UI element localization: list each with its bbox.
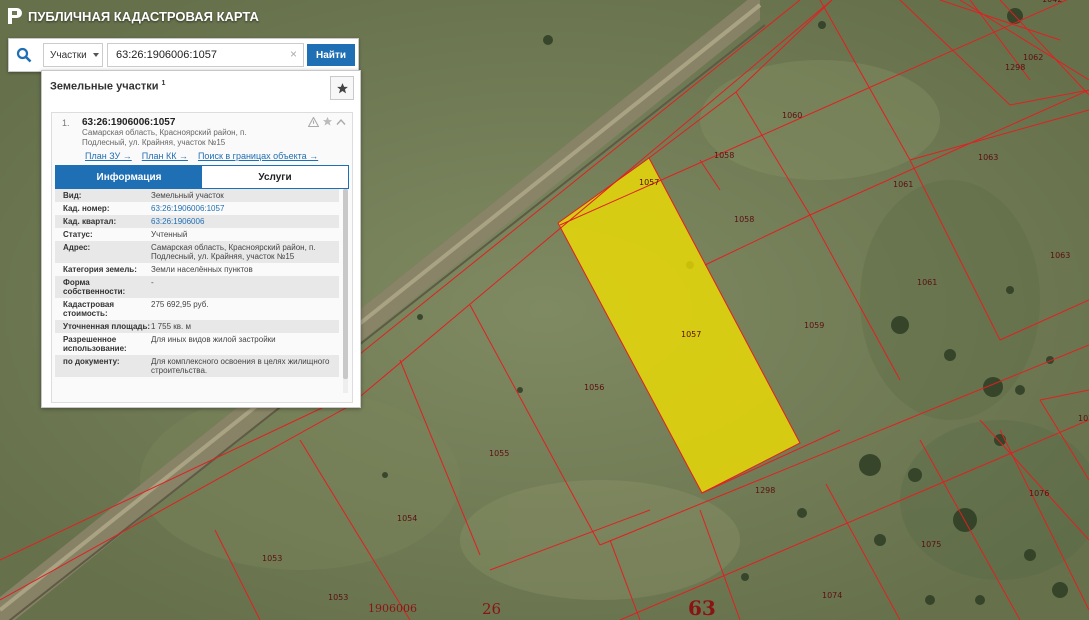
attribute-value: Самарская область, Красноярский район, п…: [151, 243, 316, 261]
search-bar: Участки 63:26:1906006:1057 × Найти: [8, 38, 359, 72]
attribute-value: 275 692,95 руб.: [151, 300, 209, 309]
app-header: ПУБЛИЧНАЯ КАДАСТРОВАЯ КАРТА: [8, 8, 259, 24]
search-input-value: 63:26:1906006:1057: [116, 49, 217, 61]
attribute-row: Статус: Учтенный: [55, 228, 339, 241]
chevron-up-icon[interactable]: [336, 118, 346, 126]
parcel-number-label: 1057: [639, 178, 659, 187]
attribute-row: Кад. квартал: 63:26:1906006: [55, 215, 339, 228]
card-actions: [308, 116, 346, 127]
attribute-value: 1 755 кв. м: [151, 322, 191, 331]
attribute-label: Статус:: [63, 230, 93, 239]
attribute-table: Вид: Земельный участок Кад. номер: 63:26:19…: [55, 189, 339, 395]
attribute-scrollbar[interactable]: [343, 189, 348, 393]
logo-icon: [8, 8, 22, 24]
parcel-number-label: 1057: [681, 330, 701, 339]
chevron-down-icon: [92, 53, 99, 57]
panel-title: Земельные участки 1: [50, 80, 165, 93]
parcel-number-label: 1056: [584, 383, 604, 392]
parcel-number-label: 1298: [755, 486, 775, 495]
attribute-value: Для комплексного освоения в целях жилищн…: [151, 357, 330, 375]
attribute-value: Учтенный: [151, 230, 188, 239]
clear-icon[interactable]: ×: [290, 47, 297, 61]
attribute-value: Земельный участок: [151, 191, 224, 200]
attribute-row: Адрес: Самарская область, Красноярский ра…: [55, 241, 339, 263]
scrollbar-thumb[interactable]: [343, 189, 348, 379]
attribute-value[interactable]: 63:26:1906006: [151, 217, 339, 226]
result-index: 1.: [62, 118, 70, 128]
parcel-number-label: 1042: [1042, 0, 1062, 4]
warning-icon[interactable]: [308, 116, 319, 127]
result-count: 1: [161, 80, 166, 87]
attribute-label: Разрешенное использование:: [63, 335, 127, 353]
parcel-number-label: 1060: [782, 111, 802, 120]
parcel-number-label: 1061: [893, 180, 913, 189]
result-card[interactable]: 1. 63:26:1906006:1057 Самарская область,…: [51, 112, 353, 403]
plan-kk-link[interactable]: План КК →: [142, 151, 188, 161]
attribute-row: Уточненная площадь: 1 755 кв. м: [55, 320, 339, 333]
parcel-number-label: 1058: [734, 215, 754, 224]
tab-services[interactable]: Услуги: [202, 166, 348, 188]
parcel-number-label: 1061: [917, 278, 937, 287]
parcel-number-label: 1074: [822, 591, 842, 600]
quarter-label: 1906006: [368, 602, 417, 615]
result-address: Самарская область, Красноярский район, п…: [82, 128, 247, 147]
search-input[interactable]: 63:26:1906006:1057 ×: [107, 43, 305, 67]
attribute-row: Категория земель: Земли населённых пункто…: [55, 263, 339, 276]
attribute-row: по документу: Для комплексного освоения в…: [55, 355, 339, 377]
attribute-label: Форма собственности:: [63, 278, 126, 296]
parcel-number-label: 1054: [397, 514, 417, 523]
search-type-select[interactable]: Участки: [43, 43, 103, 67]
attribute-label: Уточненная площадь:: [63, 322, 151, 331]
parcel-number-label: 1055: [489, 449, 509, 458]
attribute-row: Кадастровая стоимость: 275 692,95 руб.: [55, 298, 339, 320]
attribute-value: -: [151, 278, 154, 287]
plan-zu-link[interactable]: План ЗУ →: [85, 151, 132, 161]
attribute-row: Вид: Земельный участок: [55, 189, 339, 202]
attribute-label: Кад. номер:: [63, 204, 110, 213]
favorite-button[interactable]: [330, 76, 354, 100]
parcel-number-label: 1075: [921, 540, 941, 549]
attribute-label: Адрес:: [63, 243, 91, 252]
parcel-number-label: 1053: [262, 554, 282, 563]
parcel-number-label: 1062: [1023, 53, 1043, 62]
parcel-number-label: 1077: [1078, 414, 1089, 423]
attribute-row: Форма собственности: -: [55, 276, 339, 298]
district-label: 26: [482, 600, 501, 618]
parcel-number-label: 1053: [328, 593, 348, 602]
parcel-number-label: 1058: [714, 151, 734, 160]
parcel-number-label: 1298: [1005, 63, 1025, 72]
attribute-value[interactable]: 63:26:1906006:1057: [151, 204, 339, 213]
parcel-number-label: 1063: [978, 153, 998, 162]
attribute-label: Вид:: [63, 191, 82, 200]
attribute-row: Разрешенное использование: Для иных видов…: [55, 333, 339, 355]
panel-title-text: Земельные участки: [50, 80, 159, 93]
card-tabs: Информация Услуги: [55, 165, 349, 189]
attribute-label: Категория земель:: [63, 265, 137, 274]
attribute-row: Кад. номер: 63:26:1906006:1057: [55, 202, 339, 215]
attribute-label: Кадастровая стоимость:: [63, 300, 115, 318]
attribute-label: Кад. квартал:: [63, 217, 117, 226]
region-label: 63: [688, 596, 716, 620]
attribute-value: Для иных видов жилой застройки: [151, 335, 276, 344]
app-title: ПУБЛИЧНАЯ КАДАСТРОВАЯ КАРТА: [28, 8, 259, 24]
search-in-bounds-link[interactable]: Поиск в границах объекта →: [198, 151, 318, 161]
attribute-label: по документу:: [63, 357, 120, 366]
parcel-number-label: 1076: [1029, 489, 1049, 498]
star-icon: [336, 82, 348, 93]
search-icon[interactable]: [9, 40, 39, 70]
card-links: План ЗУ → План КК → Поиск в границах объ…: [85, 151, 318, 161]
results-panel: Земельные участки 1 1. 63:26:1906006:105…: [41, 70, 361, 408]
find-button[interactable]: Найти: [307, 44, 355, 66]
search-type-label: Участки: [50, 49, 87, 61]
star-icon[interactable]: [322, 116, 333, 127]
parcel-number-label: 1059: [804, 321, 824, 330]
attribute-value: Земли населённых пунктов: [151, 265, 253, 274]
result-cad-number[interactable]: 63:26:1906006:1057: [82, 117, 175, 128]
tab-information[interactable]: Информация: [56, 166, 202, 188]
parcel-number-label: 1063: [1050, 251, 1070, 260]
